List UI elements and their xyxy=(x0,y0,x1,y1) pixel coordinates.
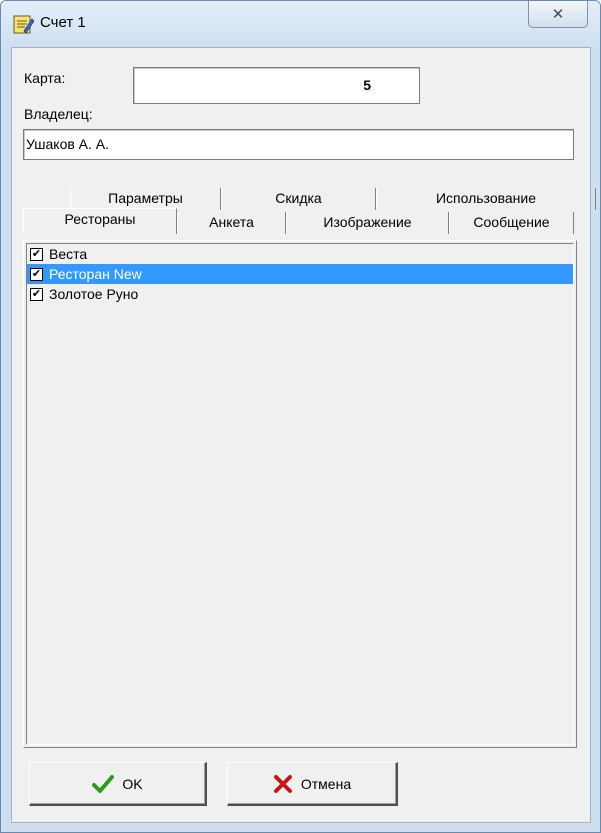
ok-button[interactable]: OK xyxy=(29,762,207,806)
tab-discount-label: Скидка xyxy=(275,190,322,206)
owner-field[interactable]: Ушаков А. А. xyxy=(23,129,574,160)
checkbox-checked[interactable]: ✔ xyxy=(30,287,43,301)
list-item[interactable]: ✔ Золотое Руно xyxy=(27,284,573,304)
list-item-label: Веста xyxy=(49,246,88,262)
tab-questionnaire[interactable]: Анкета xyxy=(177,212,286,234)
restaurants-list-panel: ✔ Веста ✔ Ресторан New ✔ Золотое Руно xyxy=(23,240,577,748)
owner-label: Владелец: xyxy=(24,106,93,122)
checkbox-checked[interactable]: ✔ xyxy=(30,267,43,281)
window-title: Счет 1 xyxy=(40,14,86,31)
checkbox-checked[interactable]: ✔ xyxy=(30,247,43,261)
card-value: 5 xyxy=(363,77,371,93)
list-item[interactable]: ✔ Веста xyxy=(27,244,573,264)
tab-restaurants-label: Рестораны xyxy=(64,211,136,227)
tab-parameters[interactable]: Параметры xyxy=(70,188,221,210)
dialog-window: Счет 1 ✕ Карта: 5 Владелец: Ушаков А. А.… xyxy=(0,0,601,833)
card-label: Карта: xyxy=(24,70,66,86)
title-bar[interactable]: Счет 1 ✕ xyxy=(1,1,600,47)
checkmark-icon xyxy=(92,774,115,793)
close-icon: ✕ xyxy=(551,6,565,23)
tab-questionnaire-label: Анкета xyxy=(209,214,254,230)
tab-message-label: Сообщение xyxy=(473,214,550,230)
tab-usage-label: Использование xyxy=(435,190,537,206)
cancel-button-label: Отмена xyxy=(300,775,352,792)
tab-message[interactable]: Сообщение xyxy=(449,212,574,234)
close-button[interactable]: ✕ xyxy=(528,1,588,28)
cancel-button[interactable]: Отмена xyxy=(227,762,398,806)
tab-image[interactable]: Изображение xyxy=(286,212,449,234)
tab-restaurants[interactable]: Рестораны xyxy=(23,208,177,234)
cross-icon xyxy=(273,774,292,793)
list-item-selected[interactable]: ✔ Ресторан New xyxy=(27,264,573,284)
restaurants-checklist[interactable]: ✔ Веста ✔ Ресторан New ✔ Золотое Руно xyxy=(26,243,574,745)
notepad-app-icon xyxy=(13,15,34,34)
card-field[interactable]: 5 xyxy=(133,67,420,104)
owner-value: Ушаков А. А. xyxy=(26,136,110,152)
tab-discount[interactable]: Скидка xyxy=(221,188,376,210)
tab-image-label: Изображение xyxy=(323,214,412,230)
tab-parameters-label: Параметры xyxy=(108,190,183,206)
dialog-client-area: Карта: 5 Владелец: Ушаков А. А. Параметр… xyxy=(11,47,596,823)
list-item-label: Золотое Руно xyxy=(49,286,139,302)
list-item-label: Ресторан New xyxy=(49,266,142,282)
ok-button-label: OK xyxy=(122,775,143,792)
tab-usage[interactable]: Использование xyxy=(376,188,596,210)
